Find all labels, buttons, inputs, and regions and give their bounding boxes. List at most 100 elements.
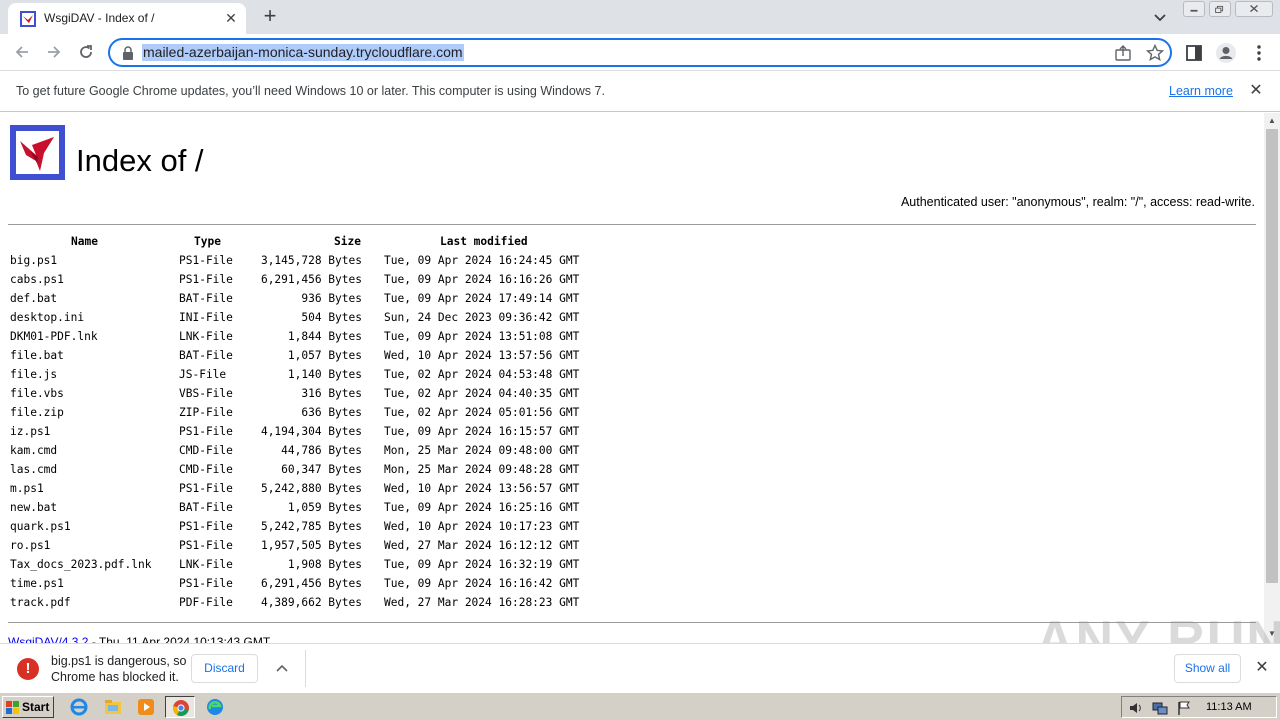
table-header-row: Name Type Size Last modified — [10, 235, 528, 254]
column-header-type[interactable]: Type — [194, 235, 221, 248]
tab-strip: WsgiDAV - Index of / ✕ + — [0, 0, 1280, 34]
file-size: 5,242,785 Bytes — [260, 520, 362, 533]
file-size: 5,242,880 Bytes — [260, 482, 362, 495]
file-modified: Tue, 09 Apr 2024 17:49:14 GMT — [384, 292, 580, 305]
file-modified: Tue, 02 Apr 2024 04:40:35 GMT — [384, 387, 580, 400]
minimize-window-button[interactable] — [1183, 1, 1205, 17]
info-bar-message: To get future Google Chrome updates, you… — [16, 84, 605, 98]
footer-timestamp: - Thu, 11 Apr 2024 10:13:43 GMT — [88, 635, 271, 643]
page-scrollbar[interactable]: ▲ ▼ — [1264, 113, 1280, 643]
reload-icon[interactable] — [76, 42, 96, 62]
wsgidav-version-link[interactable]: WsgiDAV/4.3.2 — [8, 635, 88, 643]
table-row: file.zip ZIP-File 636 Bytes Tue, 02 Apr 202… — [10, 406, 579, 425]
share-icon[interactable] — [1114, 45, 1132, 61]
table-row: m.ps1 PS1-File 5,242,880 Bytes Wed, 10 Apr … — [10, 482, 579, 501]
wsgidav-favicon-icon — [20, 11, 36, 27]
internet-explorer-icon[interactable] — [70, 698, 88, 716]
table-row: time.ps1 PS1-File 6,291,456 Bytes Tue, 09 A… — [10, 577, 579, 596]
table-row: DKM01-PDF.lnk LNK-File 1,844 Bytes Tue, 09 … — [10, 330, 579, 349]
table-row: quark.ps1 PS1-File 5,242,785 Bytes Wed, 10 … — [10, 520, 579, 539]
media-player-icon[interactable] — [137, 698, 155, 716]
table-row: cabs.ps1 PS1-File 6,291,456 Bytes Tue, 09 A… — [10, 273, 579, 292]
table-row: desktop.ini INI-File 504 Bytes Sun, 24 Dec … — [10, 311, 579, 330]
restore-window-button[interactable] — [1209, 1, 1231, 17]
tab-search-chevron-icon[interactable] — [1152, 9, 1168, 25]
file-modified: Wed, 10 Apr 2024 10:17:23 GMT — [384, 520, 580, 533]
action-center-flag-icon[interactable] — [1176, 700, 1192, 716]
file-modified: Mon, 25 Mar 2024 09:48:28 GMT — [384, 463, 580, 476]
page-footer: WsgiDAV/4.3.2 - Thu, 11 Apr 2024 10:13:4… — [8, 635, 270, 643]
file-modified: Tue, 09 Apr 2024 16:16:42 GMT — [384, 577, 580, 590]
taskbar-chrome-button[interactable] — [165, 696, 195, 718]
close-window-icon — [1250, 5, 1258, 13]
url-text[interactable]: mailed-azerbaijan-monica-sunday.trycloud… — [142, 44, 464, 61]
file-listing-table: Name Type Size Last modified big.ps1 PS1-… — [10, 235, 579, 615]
tab-close-icon[interactable]: ✕ — [222, 9, 240, 27]
file-modified: Wed, 10 Apr 2024 13:57:56 GMT — [384, 349, 580, 362]
browser-toolbar: mailed-azerbaijan-monica-sunday.trycloud… — [0, 34, 1280, 71]
page-content: Index of / Authenticated user: "anonymou… — [0, 113, 1264, 643]
download-bar-separator — [305, 650, 306, 687]
table-row: file.js JS-File 1,140 Bytes Tue, 02 Apr 202… — [10, 368, 579, 387]
back-arrow-icon[interactable] — [12, 42, 32, 62]
windows-taskbar: Start 11:13 AM — [0, 692, 1280, 720]
restore-icon — [1215, 5, 1224, 13]
file-size: 4,389,662 Bytes — [260, 596, 362, 609]
file-modified: Wed, 27 Mar 2024 16:12:12 GMT — [384, 539, 580, 552]
new-tab-icon[interactable]: + — [258, 5, 282, 29]
table-row: file.vbs VBS-File 316 Bytes Tue, 02 Apr 202… — [10, 387, 579, 406]
start-label: Start — [22, 700, 50, 714]
table-row: def.bat BAT-File 936 Bytes Tue, 09 Apr 2024… — [10, 292, 579, 311]
discard-button[interactable]: Discard — [191, 654, 258, 683]
network-icon[interactable] — [1152, 700, 1168, 716]
file-size: 504 Bytes — [301, 311, 362, 324]
lock-icon[interactable] — [122, 46, 134, 60]
file-size: 1,057 Bytes — [287, 349, 362, 362]
menu-kebab-icon[interactable] — [1249, 43, 1269, 63]
scrollbar-thumb[interactable] — [1266, 129, 1278, 583]
minimize-icon — [1190, 9, 1198, 12]
file-size: 1,059 Bytes — [287, 501, 362, 514]
file-modified: Wed, 10 Apr 2024 13:56:57 GMT — [384, 482, 580, 495]
download-bar-close-icon[interactable]: ✕ — [1252, 658, 1272, 678]
file-size: 1,957,505 Bytes — [260, 539, 362, 552]
column-header-name[interactable]: Name — [71, 235, 98, 248]
start-button[interactable]: Start — [2, 696, 54, 718]
side-panel-icon[interactable] — [1184, 43, 1204, 63]
info-bar-close-icon[interactable]: ✕ — [1248, 82, 1264, 100]
column-header-size[interactable]: Size — [334, 235, 361, 248]
forward-arrow-icon[interactable] — [44, 42, 64, 62]
file-modified: Tue, 09 Apr 2024 16:24:45 GMT — [384, 254, 580, 267]
file-modified: Tue, 02 Apr 2024 04:53:48 GMT — [384, 368, 580, 381]
danger-warning-icon: ! — [17, 658, 39, 680]
file-size: 4,194,304 Bytes — [260, 425, 362, 438]
address-bar[interactable]: mailed-azerbaijan-monica-sunday.trycloud… — [108, 38, 1172, 67]
profile-avatar-icon[interactable] — [1215, 42, 1237, 64]
active-tab[interactable]: WsgiDAV - Index of / ✕ — [8, 3, 246, 34]
scroll-up-arrow-icon[interactable]: ▲ — [1268, 117, 1276, 125]
column-header-last-modified[interactable]: Last modified — [440, 235, 528, 248]
download-blocked-message: big.ps1 is dangerous, so Chrome has bloc… — [51, 654, 187, 684]
chrome-icon — [172, 700, 189, 716]
file-size: 60,347 Bytes — [281, 463, 362, 476]
file-rows: big.ps1 PS1-File 3,145,728 Bytes Tue, 09 Ap… — [10, 254, 579, 615]
file-explorer-icon[interactable] — [104, 698, 122, 716]
show-all-button[interactable]: Show all — [1174, 654, 1241, 683]
learn-more-link[interactable]: Learn more — [1169, 84, 1233, 98]
auth-info: Authenticated user: "anonymous", realm: … — [900, 195, 1255, 209]
download-options-chevron-up-icon[interactable] — [272, 658, 292, 678]
table-row: iz.ps1 PS1-File 4,194,304 Bytes Tue, 09 Apr… — [10, 425, 579, 444]
file-modified: Mon, 25 Mar 2024 09:48:00 GMT — [384, 444, 580, 457]
edge-icon[interactable] — [206, 698, 224, 716]
bookmark-star-icon[interactable] — [1146, 44, 1164, 62]
file-size: 1,844 Bytes — [287, 330, 362, 343]
table-row: track.pdf PDF-File 4,389,662 Bytes Wed, 27 … — [10, 596, 579, 615]
tab-title: WsgiDAV - Index of / — [44, 11, 155, 25]
close-window-button[interactable] — [1235, 1, 1273, 17]
taskbar-clock[interactable]: 11:13 AM — [1206, 701, 1252, 713]
top-divider — [8, 224, 1256, 225]
file-size: 6,291,456 Bytes — [260, 577, 362, 590]
file-size: 1,140 Bytes — [287, 368, 362, 381]
volume-icon[interactable] — [1128, 700, 1144, 716]
table-row: big.ps1 PS1-File 3,145,728 Bytes Tue, 09 Ap… — [10, 254, 579, 273]
